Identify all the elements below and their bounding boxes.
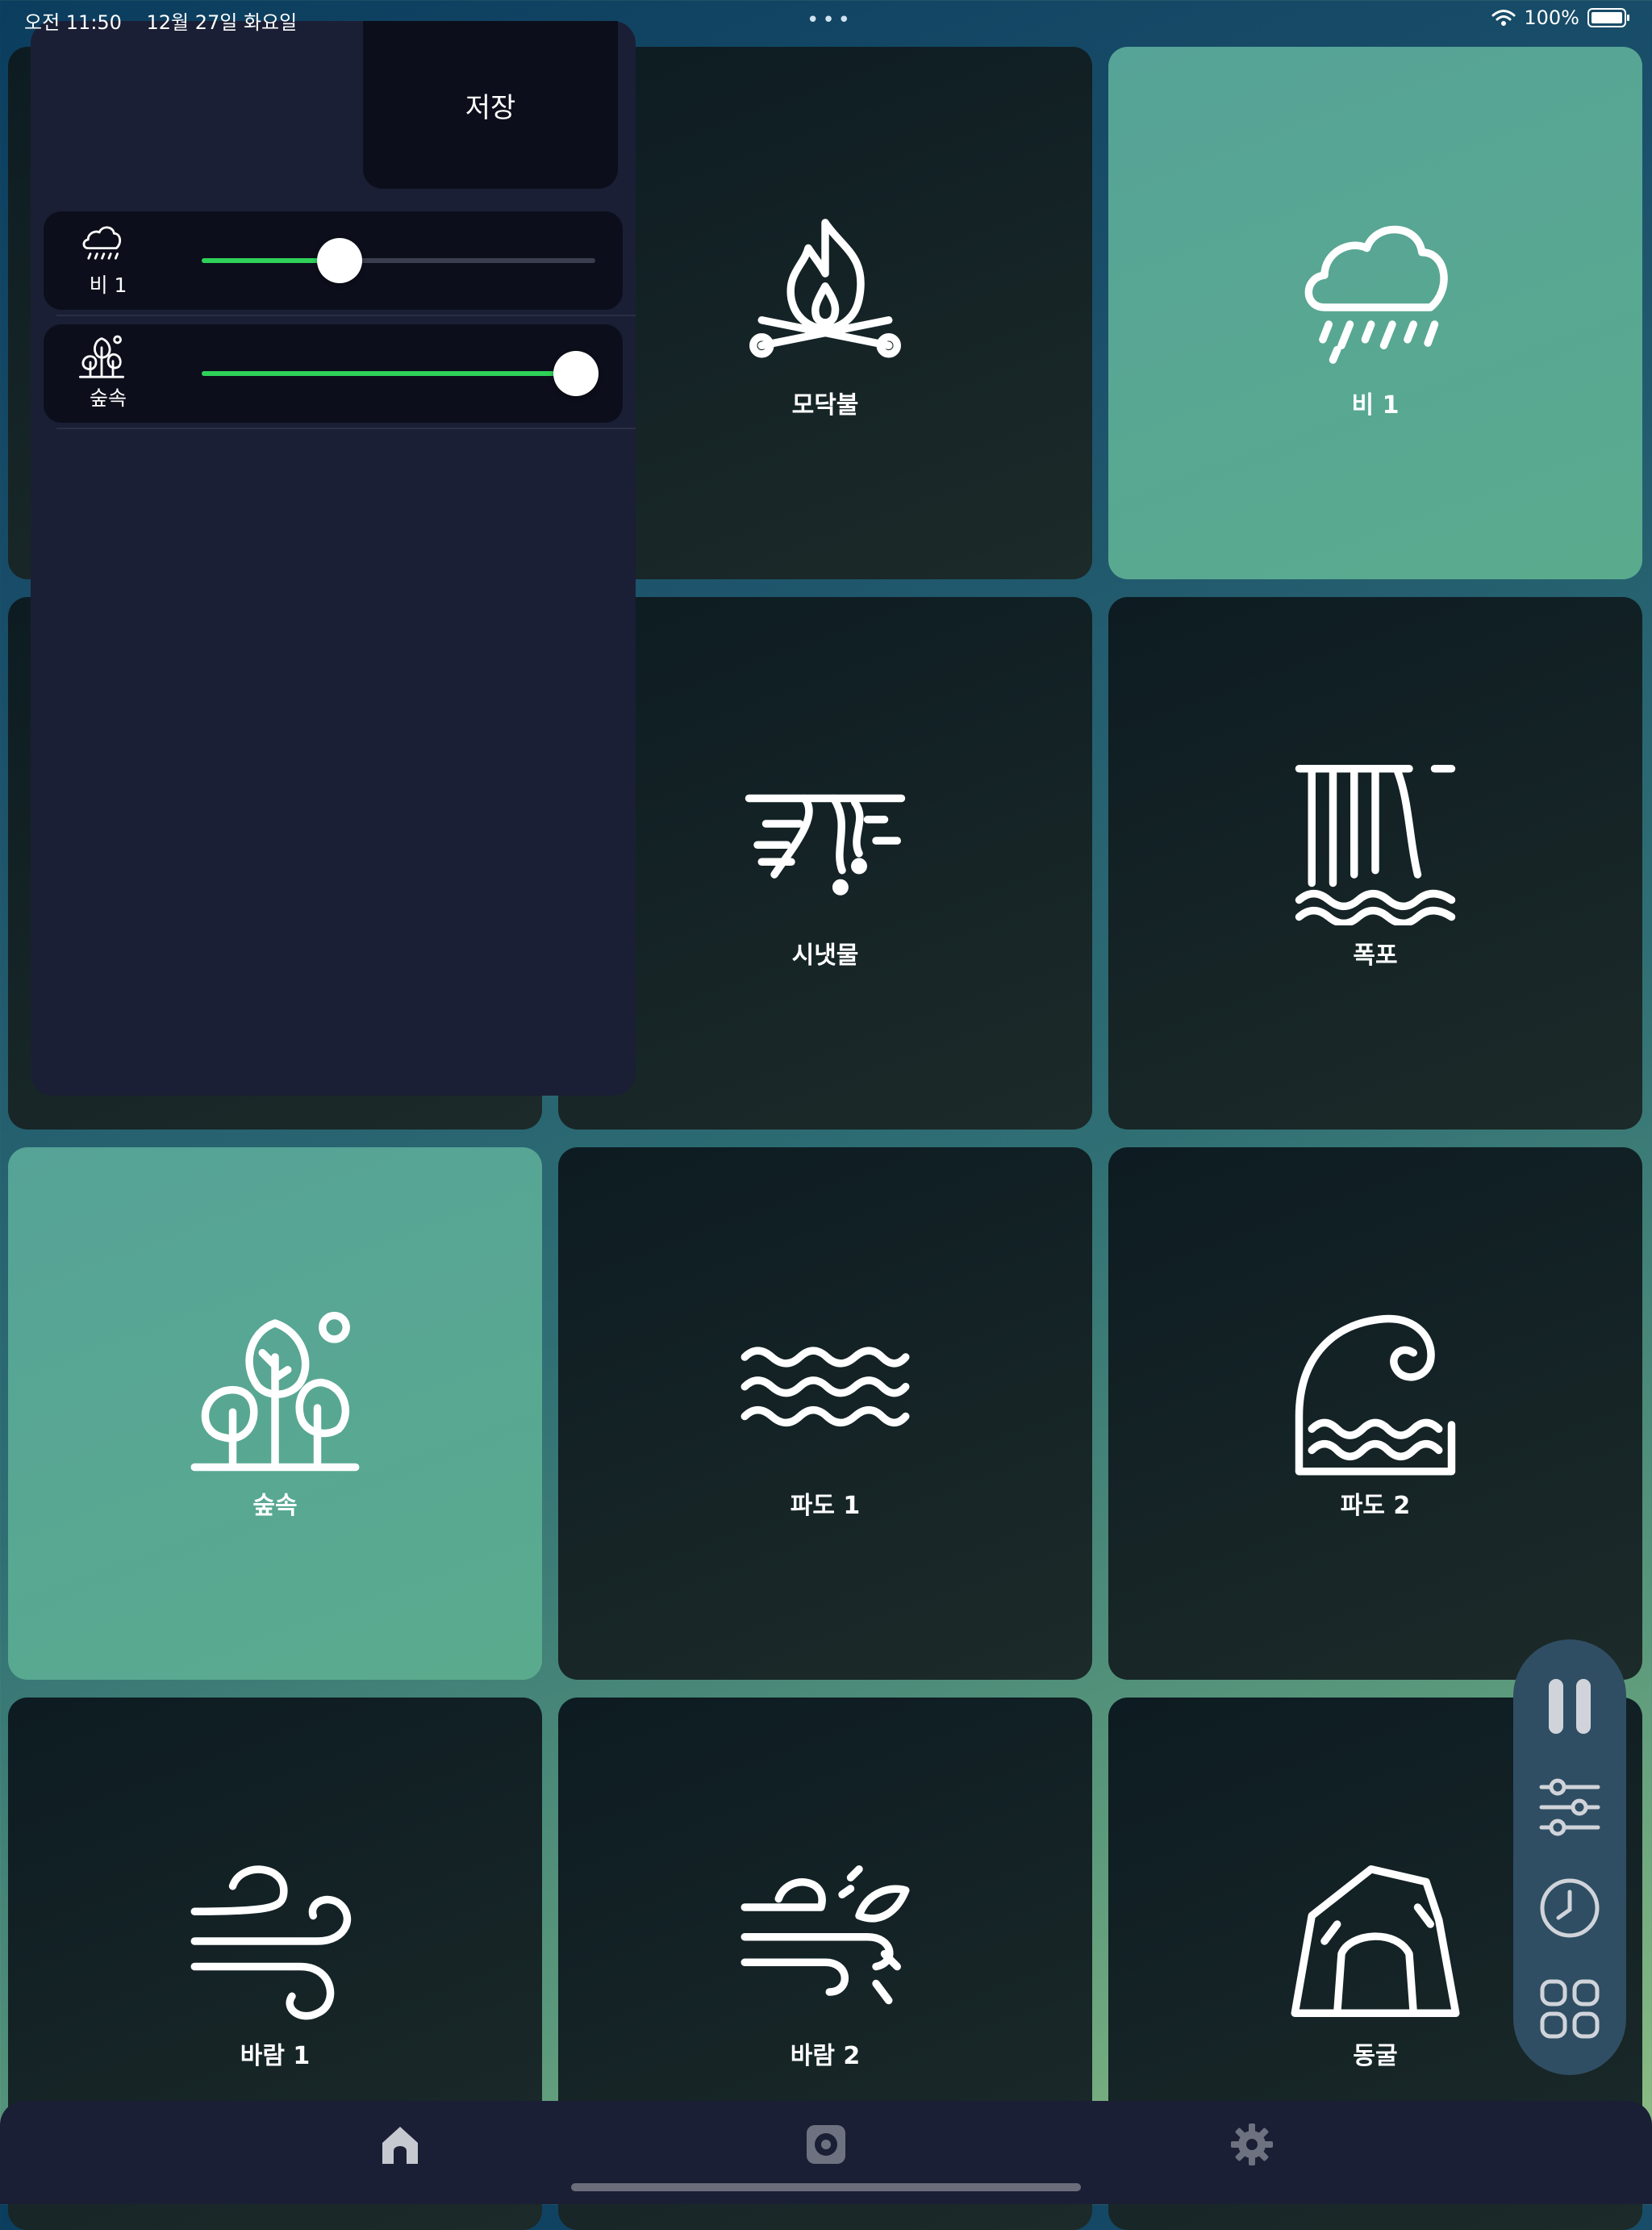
status-date: 12월 27일 화요일 bbox=[146, 11, 298, 34]
divider bbox=[56, 428, 636, 429]
divider bbox=[56, 315, 636, 316]
status-datetime: 오전 11:50 12월 27일 화요일 bbox=[24, 6, 297, 35]
sound-tile-forest[interactable]: 숲속 bbox=[8, 1147, 542, 1680]
slider-knob[interactable] bbox=[553, 351, 599, 396]
wifi-icon bbox=[1491, 10, 1516, 26]
wind-leaf-icon bbox=[740, 1865, 910, 2005]
forest-icon bbox=[79, 335, 124, 378]
forest-icon bbox=[190, 1311, 360, 1472]
timer-icon[interactable] bbox=[1537, 1876, 1602, 1940]
sound-label: 모닥불 bbox=[791, 391, 859, 420]
mix-row-forest: 숲속 bbox=[44, 324, 623, 423]
stream-icon bbox=[745, 794, 906, 896]
record-icon[interactable] bbox=[802, 2120, 850, 2169]
sound-tile-waterfall[interactable]: 폭포 bbox=[1108, 597, 1642, 1130]
slider-knob[interactable] bbox=[316, 238, 362, 283]
big-wave-icon bbox=[1295, 1314, 1456, 1476]
mix-row-rain-1: 비 1 bbox=[44, 211, 623, 310]
sound-label: 숲속 bbox=[252, 1492, 298, 1520]
sliders-icon[interactable] bbox=[1537, 1775, 1602, 1840]
home-icon[interactable] bbox=[376, 2120, 424, 2169]
mix-panel: 저장 비 1 숲속 bbox=[31, 21, 636, 1096]
waterfall-icon bbox=[1295, 765, 1456, 925]
sound-tile-stream[interactable]: 시냇물 bbox=[558, 597, 1092, 1130]
rain-cloud-icon bbox=[1304, 225, 1448, 364]
sound-label: 비 1 bbox=[1351, 391, 1400, 420]
status-time: 오전 11:50 bbox=[24, 11, 122, 34]
battery-percent: 100% bbox=[1524, 6, 1579, 29]
grid-icon[interactable] bbox=[1537, 1977, 1602, 2041]
sound-tile-rain-1[interactable]: 비 1 bbox=[1108, 47, 1642, 579]
slider-fill bbox=[202, 371, 576, 376]
pause-icon[interactable] bbox=[1537, 1674, 1602, 1739]
campfire-icon bbox=[749, 219, 901, 358]
sound-label: 바람 1 bbox=[240, 2042, 311, 2070]
sound-tile-waves-2[interactable]: 파도 2 bbox=[1108, 1147, 1642, 1680]
playback-controls bbox=[1513, 1639, 1626, 2075]
waves-icon bbox=[740, 1347, 910, 1427]
cave-icon bbox=[1291, 1865, 1460, 2017]
sound-tile-campfire[interactable]: 모닥불 bbox=[558, 47, 1092, 579]
mix-label: 비 1 bbox=[89, 274, 127, 297]
sound-label: 바람 2 bbox=[790, 2042, 861, 2070]
volume-slider[interactable] bbox=[202, 238, 595, 283]
wind-icon bbox=[190, 1865, 352, 2020]
sound-tile-waves-1[interactable]: 파도 1 bbox=[558, 1147, 1092, 1680]
status-bar: 오전 11:50 12월 27일 화요일 ••• 100% bbox=[0, 0, 1652, 39]
save-button[interactable]: 저장 bbox=[363, 21, 618, 189]
status-right: 100% bbox=[1491, 6, 1629, 29]
sound-label: 파도 1 bbox=[790, 1492, 861, 1520]
multitask-dots[interactable]: ••• bbox=[807, 8, 853, 32]
volume-slider[interactable] bbox=[202, 351, 599, 396]
sound-label: 폭포 bbox=[1353, 942, 1398, 970]
sound-label: 파도 2 bbox=[1340, 1492, 1411, 1520]
mix-label: 숲속 bbox=[89, 386, 127, 410]
tab-bar bbox=[0, 2101, 1652, 2204]
battery-icon bbox=[1587, 8, 1629, 27]
sound-label: 시냇물 bbox=[791, 942, 859, 970]
sound-label: 동굴 bbox=[1353, 2042, 1398, 2070]
rain-cloud-icon bbox=[82, 226, 122, 260]
home-indicator[interactable] bbox=[571, 2183, 1081, 2191]
gear-icon[interactable] bbox=[1228, 2120, 1276, 2169]
